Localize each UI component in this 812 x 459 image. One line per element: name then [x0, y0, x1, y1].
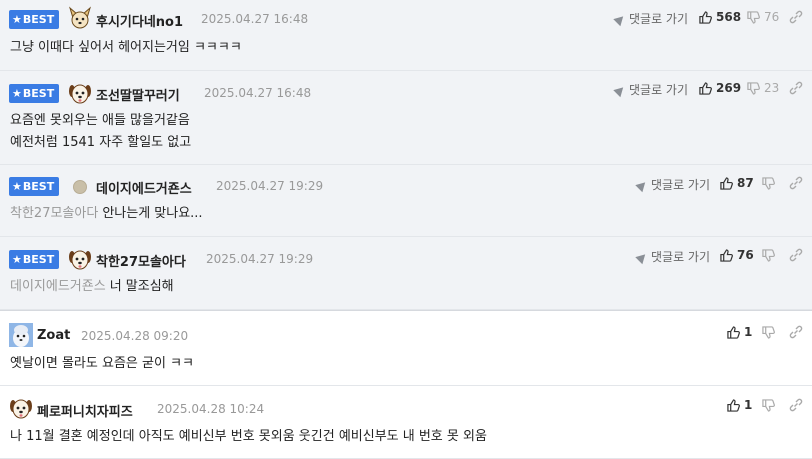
best-badge: ★BEST: [9, 10, 59, 29]
best-comment: ★BEST 착한27모솔아다 2025.04.27 19:29 댓글로 가기 7…: [0, 237, 812, 310]
reply-link[interactable]: 댓글로 가기: [635, 248, 710, 265]
thumbs-down-icon[interactable]: [762, 249, 775, 262]
avatar[interactable]: [9, 396, 33, 420]
reply-link[interactable]: 댓글로 가기: [613, 81, 688, 98]
comment: Zoat 2025.04.28 09:20 1 옛날이면 몰라도 요즘은 굳이 …: [0, 310, 812, 386]
comment-date: 2025.04.27 16:48: [201, 12, 309, 26]
best-comment: ★BEST 데이지에드거죤스 2025.04.27 19:29 댓글로 가기 8…: [0, 165, 812, 237]
like-button[interactable]: 269: [699, 81, 741, 95]
comment-text: 옛날이면 몰라도 요즘은 굳이 ㅋㅋ: [10, 356, 194, 371]
best-badge: ★BEST: [9, 84, 59, 103]
nickname[interactable]: 후시기다네no1: [96, 11, 183, 30]
avatar[interactable]: [9, 323, 33, 347]
comment-date: 2025.04.27 16:48: [204, 86, 312, 100]
best-comment: ★BEST 조선딸딸꾸러기 2025.04.27 16:48 댓글로 가기 26…: [0, 71, 812, 165]
comment-text: 착한27모솔아다 안나는게 맞나요...: [10, 206, 203, 221]
star-icon: ★: [12, 253, 22, 266]
mention[interactable]: 착한27모솔아다: [10, 206, 98, 221]
best-comment: ★BEST 후시기다네no1 2025.04.27 16:48 댓글로 가기 5…: [0, 0, 812, 71]
thumbs-up-icon: [727, 326, 740, 339]
comment-date: 2025.04.28 10:24: [157, 402, 265, 416]
avatar[interactable]: [68, 81, 92, 105]
thumbs-up-icon: [699, 82, 712, 95]
star-icon: ★: [12, 180, 22, 193]
reply-arrow-icon: [613, 83, 627, 98]
star-icon: ★: [12, 87, 22, 100]
reply-arrow-icon: [613, 12, 627, 27]
link-icon[interactable]: [788, 80, 804, 96]
dislike-button[interactable]: 23: [747, 81, 779, 95]
comment-date: 2025.04.28 09:20: [81, 329, 189, 343]
thumbs-down-icon[interactable]: [762, 326, 775, 339]
reply-link[interactable]: 댓글로 가기: [635, 176, 710, 193]
comment-text: 나 11월 결혼 예정인데 아직도 예비신부 번호 못외움 웃긴건 예비신부도 …: [10, 429, 487, 444]
dislike-button[interactable]: 76: [747, 10, 779, 24]
like-button[interactable]: 76: [720, 248, 754, 262]
star-icon: ★: [12, 13, 22, 26]
thumbs-up-icon: [699, 11, 712, 24]
nickname[interactable]: 착한27모솔아다: [96, 251, 186, 270]
reply-link[interactable]: 댓글로 가기: [613, 10, 688, 27]
reply-arrow-icon: [635, 178, 649, 193]
comment-text: 데이지에드거죤스 너 말조심해: [10, 279, 174, 294]
thumbs-down-icon: [747, 82, 760, 95]
link-icon[interactable]: [788, 9, 804, 25]
best-badge: ★BEST: [9, 250, 59, 269]
avatar[interactable]: [68, 6, 92, 30]
mention[interactable]: 데이지에드거죤스: [10, 279, 106, 294]
best-badge: ★BEST: [9, 177, 59, 196]
comment-text: 요즘엔 못외우는 애들 많을거같음 예전처럼 1541 자주 할일도 없고: [10, 113, 192, 150]
nickname[interactable]: Zoat: [37, 328, 70, 343]
thumbs-up-icon: [720, 249, 733, 262]
link-icon[interactable]: [788, 324, 804, 340]
link-icon[interactable]: [788, 247, 804, 263]
reply-arrow-icon: [635, 250, 649, 265]
comment-date: 2025.04.27 19:29: [206, 252, 314, 266]
link-icon[interactable]: [788, 397, 804, 413]
comment: 페로퍼니치자피즈 2025.04.28 10:24 1 나 11월 결혼 예정인…: [0, 386, 812, 459]
link-icon[interactable]: [788, 175, 804, 191]
comment-list: ★BEST 후시기다네no1 2025.04.27 16:48 댓글로 가기 5…: [0, 0, 812, 459]
like-button[interactable]: 1: [727, 398, 752, 412]
thumbs-down-icon: [747, 11, 760, 24]
avatar[interactable]: [68, 247, 92, 271]
nickname[interactable]: 조선딸딸꾸러기: [96, 85, 180, 104]
thumbs-up-icon: [727, 399, 740, 412]
comment-date: 2025.04.27 19:29: [216, 179, 324, 193]
comment-text: 그냥 이때다 싶어서 헤어지는거임 ㅋㅋㅋㅋ: [10, 40, 242, 55]
nickname[interactable]: 페로퍼니치자피즈: [37, 401, 133, 420]
like-button[interactable]: 568: [699, 10, 741, 24]
thumbs-up-icon: [720, 177, 733, 190]
thumbs-down-icon[interactable]: [762, 399, 775, 412]
like-button[interactable]: 1: [727, 325, 752, 339]
like-button[interactable]: 87: [720, 176, 754, 190]
avatar[interactable]: [73, 180, 87, 194]
thumbs-down-icon[interactable]: [762, 177, 775, 190]
nickname[interactable]: 데이지에드거죤스: [96, 178, 192, 197]
